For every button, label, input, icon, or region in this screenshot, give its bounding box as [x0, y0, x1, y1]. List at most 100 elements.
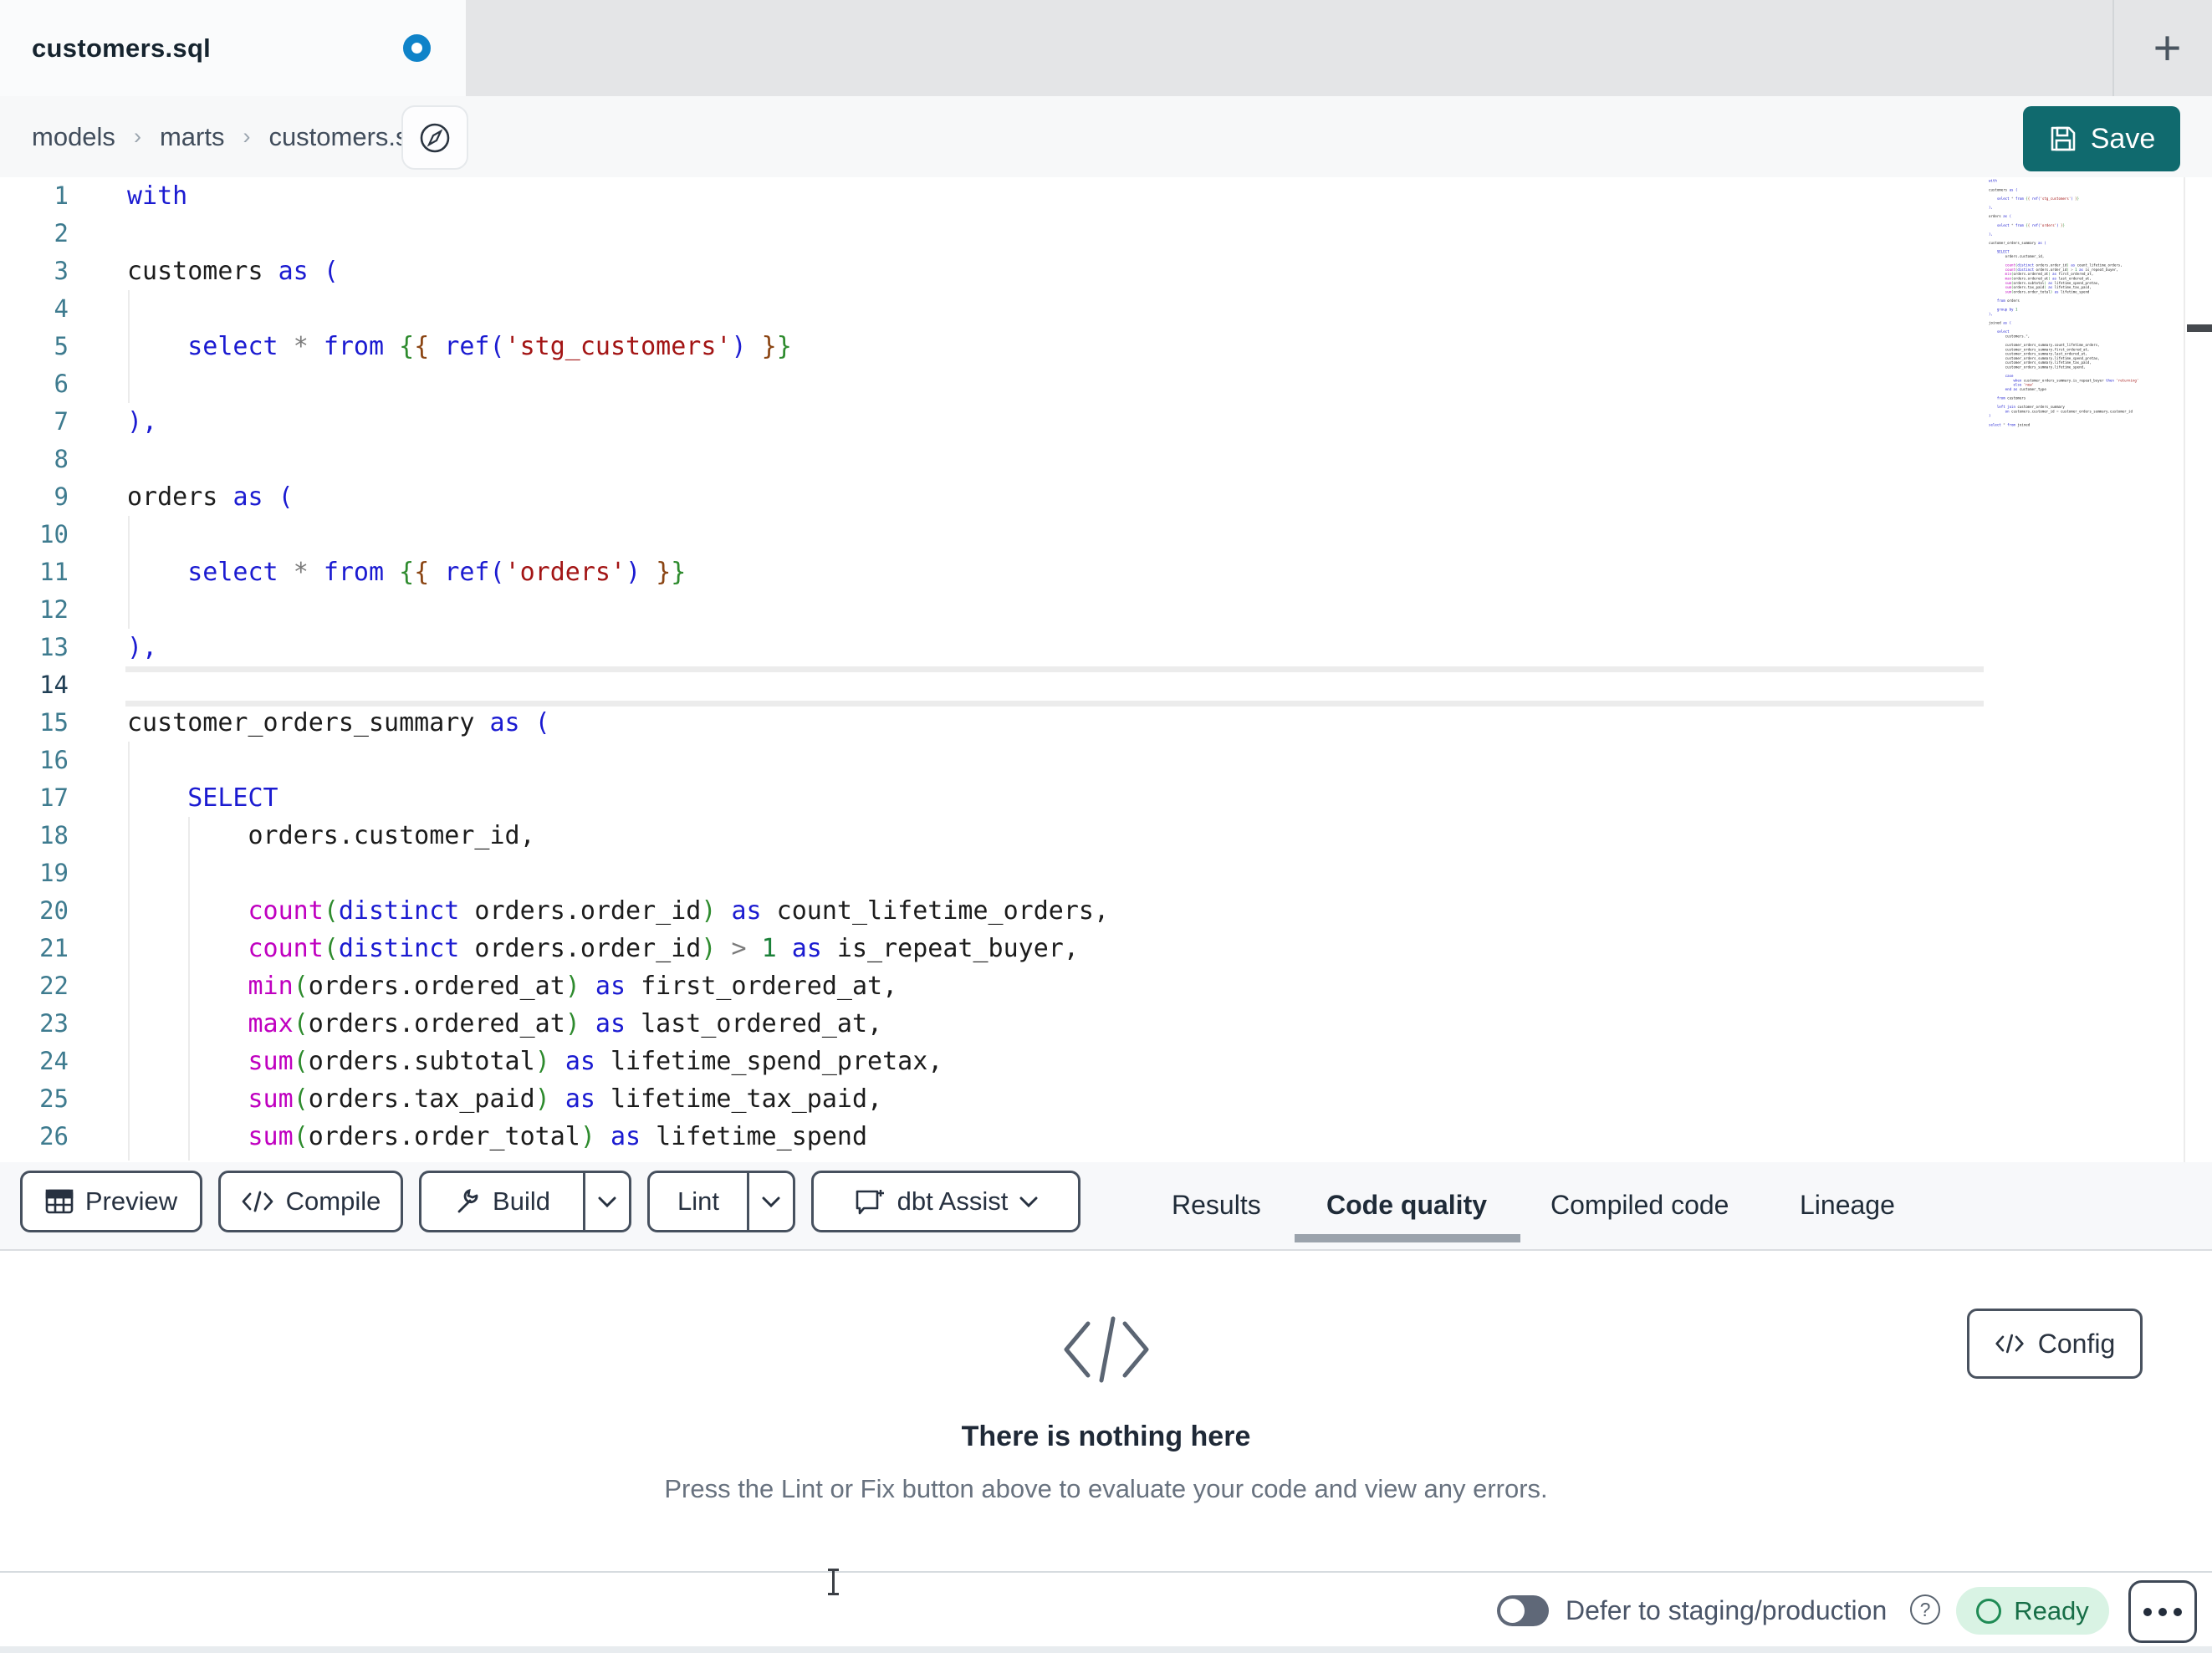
line-number[interactable]: 23	[0, 1005, 69, 1043]
explore-lineage-button[interactable]	[401, 105, 468, 170]
code-line-23[interactable]: max(orders.ordered_at) as last_ordered_a…	[127, 1005, 1109, 1043]
overflow-menu-button[interactable]	[2128, 1580, 2197, 1643]
minimap[interactable]: with customers as ( select * from {{ ref…	[1989, 179, 2183, 445]
new-tab-button[interactable]: +	[2123, 0, 2212, 96]
tab-results[interactable]: Results	[1172, 1162, 1261, 1247]
line-number[interactable]: 12	[0, 591, 69, 629]
line-number[interactable]: 18	[0, 817, 69, 855]
defer-toggle[interactable]	[1497, 1595, 1549, 1626]
breadcrumb-marts[interactable]: marts	[160, 122, 225, 152]
save-button[interactable]: Save	[2023, 106, 2180, 171]
code-line-8[interactable]	[127, 441, 1109, 478]
code-line-12[interactable]	[127, 591, 1109, 629]
line-number[interactable]: 26	[0, 1118, 69, 1156]
dbt-assist-button[interactable]: dbt Assist	[811, 1171, 1080, 1232]
code-content[interactable]: with customers as ( select * from {{ ref…	[127, 177, 1109, 1156]
window-bottom-edge	[0, 1646, 2212, 1653]
line-number[interactable]: 22	[0, 967, 69, 1005]
code-slash-icon	[1064, 1316, 1148, 1383]
build-button-group: Build	[419, 1171, 631, 1232]
tab-lineage[interactable]: Lineage	[1800, 1162, 1895, 1247]
code-line-19[interactable]	[127, 855, 1109, 892]
chevron-right-icon: ›	[243, 124, 251, 149]
line-number[interactable]: 25	[0, 1080, 69, 1118]
code-line-6[interactable]	[127, 365, 1109, 403]
code-line-5[interactable]: select * from {{ ref('stg_customers') }}	[127, 328, 1109, 365]
status-bar: Defer to staging/production ? Ready	[0, 1571, 2212, 1646]
build-button[interactable]: Build	[421, 1173, 583, 1230]
preview-button[interactable]: Preview	[20, 1171, 202, 1232]
line-number[interactable]: 10	[0, 516, 69, 554]
line-number[interactable]: 15	[0, 704, 69, 742]
code-line-11[interactable]: select * from {{ ref('orders') }}	[127, 554, 1109, 591]
code-line-7[interactable]: ),	[127, 403, 1109, 441]
compile-button[interactable]: Compile	[218, 1171, 403, 1232]
line-number[interactable]: 6	[0, 365, 69, 403]
tab-results-label: Results	[1172, 1189, 1261, 1220]
code-quality-panel: Config There is nothing here Press the L…	[0, 1251, 2212, 1571]
line-number[interactable]: 13	[0, 629, 69, 666]
preview-button-label: Preview	[84, 1186, 178, 1216]
code-line-14[interactable]	[127, 666, 1109, 704]
code-line-25[interactable]: sum(orders.tax_paid) as lifetime_tax_pai…	[127, 1080, 1109, 1118]
code-line-22[interactable]: min(orders.ordered_at) as first_ordered_…	[127, 967, 1109, 1005]
line-number[interactable]: 19	[0, 855, 69, 892]
code-line-21[interactable]: count(distinct orders.order_id) > 1 as i…	[127, 930, 1109, 967]
lint-button-label: Lint	[677, 1186, 719, 1216]
line-number[interactable]: 20	[0, 892, 69, 930]
code-line-16[interactable]	[127, 742, 1109, 779]
line-number[interactable]: 8	[0, 441, 69, 478]
code-line-2[interactable]	[127, 215, 1109, 253]
plus-icon: +	[2153, 21, 2182, 75]
tab-compiled-code[interactable]: Compiled code	[1550, 1162, 1729, 1247]
build-dropdown-button[interactable]	[585, 1173, 629, 1230]
code-line-24[interactable]: sum(orders.subtotal) as lifetime_spend_p…	[127, 1043, 1109, 1080]
code-line-26[interactable]: sum(orders.order_total) as lifetime_spen…	[127, 1118, 1109, 1156]
line-number[interactable]: 3	[0, 253, 69, 290]
chevron-down-icon	[598, 1196, 616, 1207]
line-number[interactable]: 21	[0, 930, 69, 967]
line-number-gutter: 1 2 3 4 5 6 7 8 9 10 11 12 13 14 15 16 17 18 19 20 21 22 23 24 2…	[0, 177, 69, 1156]
line-number[interactable]: 4	[0, 290, 69, 328]
save-button-label: Save	[2090, 122, 2156, 155]
code-editor[interactable]: 1 2 3 4 5 6 7 8 9 10 11 12 13 14 15 16 17 18 19 20 21 22 23 24 2…	[0, 177, 2212, 1162]
minimap-line: select * from joined	[1989, 422, 2031, 427]
ellipsis-icon	[2143, 1607, 2152, 1616]
editor-scrollbar-thumb[interactable]	[2187, 324, 2212, 332]
build-button-label: Build	[493, 1186, 550, 1216]
code-line-20[interactable]: count(distinct orders.order_id) as count…	[127, 892, 1110, 930]
compass-icon	[420, 123, 450, 152]
line-number[interactable]: 14	[0, 666, 69, 704]
line-number[interactable]: 7	[0, 403, 69, 441]
line-number[interactable]: 17	[0, 779, 69, 817]
line-number[interactable]: 5	[0, 328, 69, 365]
ready-circle-icon	[1976, 1598, 2002, 1624]
code-line-18[interactable]: orders.customer_id,	[127, 817, 1109, 855]
lint-button[interactable]: Lint	[650, 1173, 747, 1230]
status-badge[interactable]: Ready	[1956, 1587, 2109, 1635]
breadcrumb-models[interactable]: models	[32, 122, 115, 152]
editor-toolbar: Preview Compile Build Lint dbt Assist Re…	[0, 1162, 2212, 1251]
line-number[interactable]: 2	[0, 215, 69, 253]
line-number[interactable]: 16	[0, 742, 69, 779]
compile-button-label: Compile	[285, 1186, 381, 1216]
unsaved-changes-dot-icon	[403, 34, 431, 62]
line-number[interactable]: 24	[0, 1043, 69, 1080]
code-line-17[interactable]: SELECT	[127, 779, 1109, 817]
line-number[interactable]: 1	[0, 177, 69, 215]
code-line-4[interactable]	[127, 290, 1109, 328]
line-number[interactable]: 9	[0, 478, 69, 516]
lint-dropdown-button[interactable]	[749, 1173, 793, 1230]
code-line-15[interactable]: customer_orders_summary as (	[127, 704, 1109, 742]
code-icon	[242, 1191, 273, 1212]
editor-scrollbar-track[interactable]	[2184, 177, 2212, 1162]
line-number[interactable]: 11	[0, 554, 69, 591]
help-icon[interactable]: ?	[1910, 1594, 1940, 1625]
chevron-right-icon: ›	[133, 124, 141, 149]
file-tab-customers-sql[interactable]: customers.sql	[0, 0, 466, 96]
code-line-1[interactable]: with	[127, 177, 1109, 215]
code-line-13[interactable]: ),	[127, 629, 1109, 666]
code-line-3[interactable]: customers as (	[127, 253, 1109, 290]
code-line-10[interactable]	[127, 516, 1109, 554]
code-line-9[interactable]: orders as (	[127, 478, 1109, 516]
